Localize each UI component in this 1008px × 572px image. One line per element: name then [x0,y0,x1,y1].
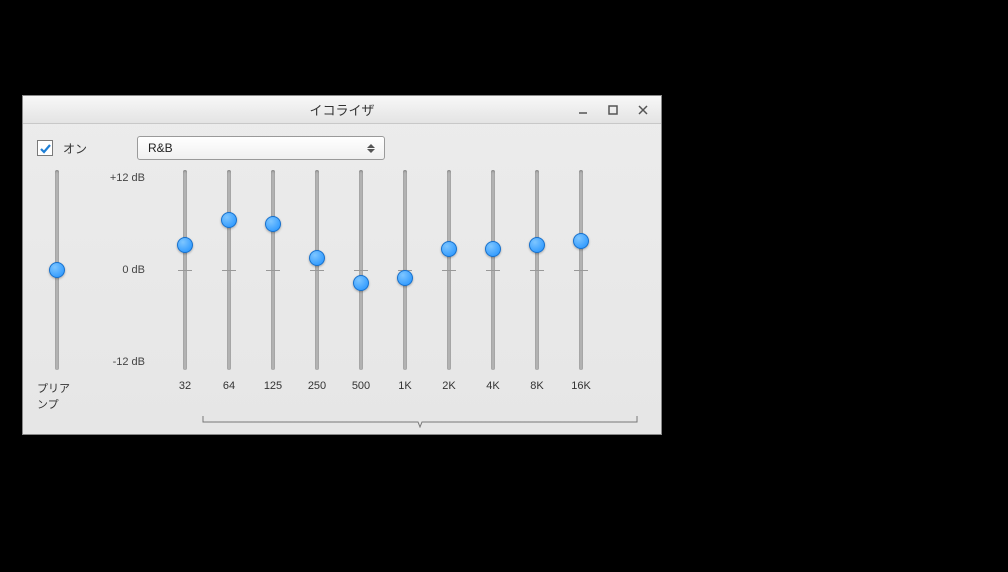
window-content: オン R&B プリアンプ +12 dB 0 dB -12 dB [23,124,661,434]
band-500: 500 [339,170,383,412]
band-freq-label: 4K [486,380,499,392]
band-1K: 1K [383,170,427,412]
on-checkbox-label: オン [63,140,87,157]
band-slider[interactable] [359,170,363,370]
preamp-thumb[interactable] [49,262,65,278]
preamp-column: プリアンプ [37,170,77,412]
band-4K: 4K [471,170,515,412]
band-slider[interactable] [447,170,451,370]
band-32: 32 [163,170,207,412]
preamp-label: プリアンプ [37,380,77,412]
preset-selected: R&B [148,141,173,155]
bands-group: 32 64 125 250 500 1K 2K 4K 8K 16K [163,170,603,412]
scale-top: +12 dB [95,172,145,184]
band-freq-label: 1K [398,380,411,392]
band-freq-label: 500 [352,380,370,392]
band-thumb[interactable] [177,237,193,253]
close-button[interactable] [629,99,657,121]
updown-caret-icon [364,141,378,155]
scale-mid: 0 dB [95,264,145,276]
maximize-button[interactable] [599,99,627,121]
band-slider[interactable] [315,170,319,370]
on-checkbox[interactable] [37,140,53,156]
band-16K: 16K [559,170,603,412]
band-64: 64 [207,170,251,412]
window-controls [569,96,657,124]
db-scale: +12 dB 0 dB -12 dB [95,170,145,370]
minimize-button[interactable] [569,99,597,121]
band-freq-label: 250 [308,380,326,392]
band-slider[interactable] [579,170,583,370]
band-slider[interactable] [183,170,187,370]
top-row: オン R&B [37,136,647,160]
band-250: 250 [295,170,339,412]
preset-dropdown[interactable]: R&B [137,136,385,160]
band-thumb[interactable] [397,270,413,286]
band-thumb[interactable] [353,275,369,291]
band-8K: 8K [515,170,559,412]
equalizer-window: イコライザ オン R&B [22,95,662,435]
window-title: イコライザ [309,100,374,119]
band-freq-label: 16K [571,380,591,392]
band-slider[interactable] [227,170,231,370]
band-thumb[interactable] [573,233,589,249]
band-thumb[interactable] [441,241,457,257]
band-2K: 2K [427,170,471,412]
band-slider[interactable] [535,170,539,370]
scale-bottom: -12 dB [95,356,145,368]
band-freq-label: 8K [530,380,543,392]
band-freq-label: 2K [442,380,455,392]
band-thumb[interactable] [309,250,325,266]
band-thumb[interactable] [529,237,545,253]
bands-bracket [201,414,639,428]
band-slider[interactable] [491,170,495,370]
band-freq-label: 125 [264,380,282,392]
callout-line [61,422,62,572]
band-slider[interactable] [271,170,275,370]
titlebar: イコライザ [23,96,661,124]
band-freq-label: 32 [179,380,191,392]
band-125: 125 [251,170,295,412]
band-slider[interactable] [403,170,407,370]
callout-line [390,444,391,572]
band-freq-label: 64 [223,380,235,392]
preamp-slider[interactable] [55,170,59,370]
band-thumb[interactable] [485,241,501,257]
equalizer-area: プリアンプ +12 dB 0 dB -12 dB 32 64 125 250 500 1K… [37,170,647,412]
band-thumb[interactable] [265,216,281,232]
band-thumb[interactable] [221,212,237,228]
